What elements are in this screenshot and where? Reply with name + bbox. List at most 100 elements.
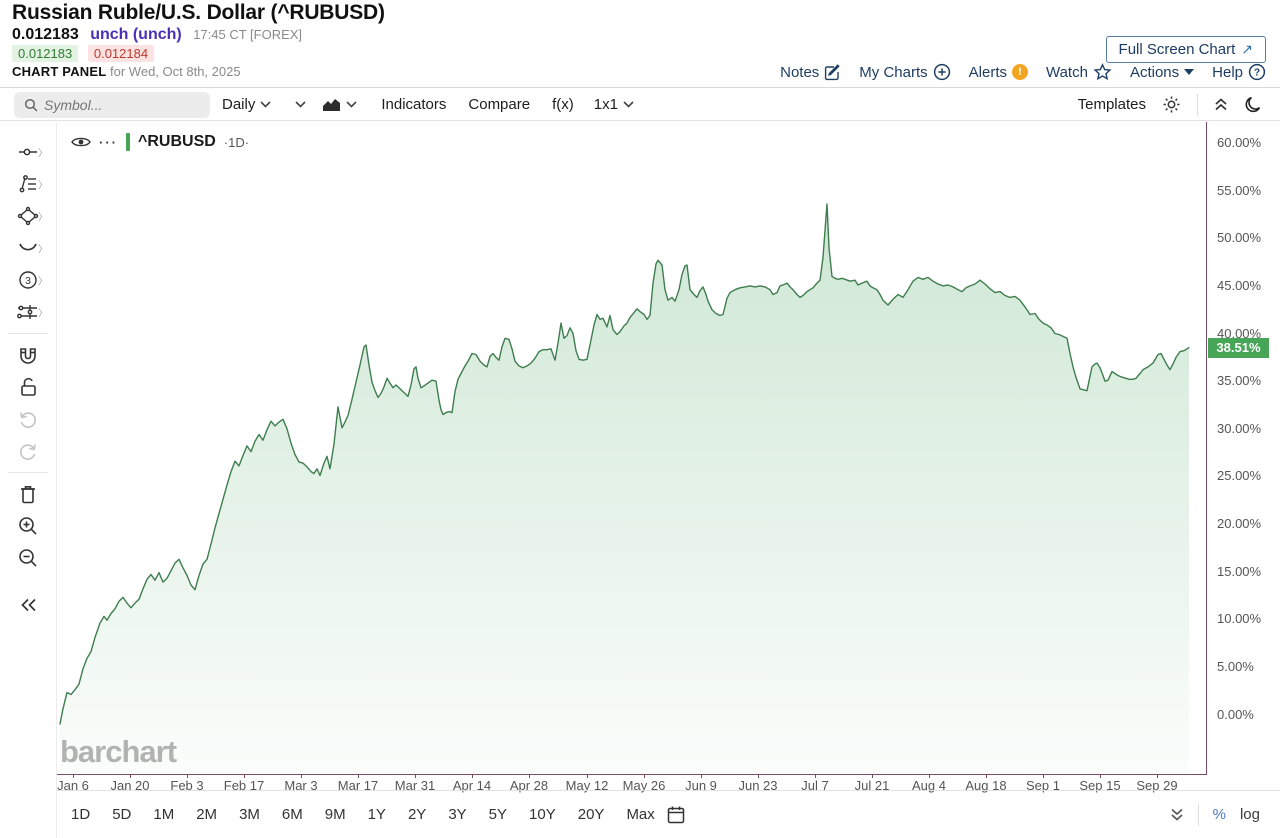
settings-button[interactable] xyxy=(1162,95,1181,114)
range-button-1m[interactable]: 1M xyxy=(147,802,180,827)
range-button-5y[interactable]: 5Y xyxy=(483,802,513,827)
grid-layout-dropdown[interactable]: 1x1 xyxy=(594,96,634,113)
header-link-label: Watch xyxy=(1046,64,1088,81)
measure-icon xyxy=(16,302,40,322)
custom-range-button[interactable] xyxy=(661,799,691,831)
header: Russian Ruble/U.S. Dollar (^RUBUSD) 0.01… xyxy=(0,0,1280,88)
fibonacci-tool[interactable]: 〉 xyxy=(6,168,50,200)
frequency-dropdown[interactable]: Daily xyxy=(222,96,271,113)
log-scale-toggle[interactable]: log xyxy=(1240,806,1260,823)
header-link-watch[interactable]: Watch xyxy=(1046,63,1112,81)
range-button-3m[interactable]: 3M xyxy=(233,802,266,827)
collapse-sidebar-button[interactable] xyxy=(0,598,57,612)
symbol-search-input[interactable] xyxy=(44,97,194,113)
y-axis-label: 20.00% xyxy=(1217,516,1261,532)
header-link-actions[interactable]: Actions xyxy=(1130,64,1194,81)
collapse-toolbar-button[interactable] xyxy=(1214,98,1228,111)
delete-drawings-button[interactable] xyxy=(6,478,50,510)
svg-text:?: ? xyxy=(1254,68,1260,79)
chart-plot-area[interactable]: ··· ^RUBUSD ·1D· barchart xyxy=(57,122,1207,775)
header-link-my-charts[interactable]: My Charts xyxy=(859,63,950,81)
chevron-right-icon: 〉 xyxy=(38,145,48,160)
series-interval: ·1D· xyxy=(224,135,249,150)
range-button-2m[interactable]: 2M xyxy=(190,802,223,827)
notes-icon xyxy=(824,64,841,81)
measure-tool[interactable]: 〉 xyxy=(6,296,50,328)
expand-range-bar-button[interactable] xyxy=(1170,808,1184,821)
range-button-10y[interactable]: 10Y xyxy=(523,802,562,827)
compare-button[interactable]: Compare xyxy=(468,96,530,113)
y-axis-label: 25.00% xyxy=(1217,468,1261,484)
chart-panel-app: Russian Ruble/U.S. Dollar (^RUBUSD) 0.01… xyxy=(0,0,1280,838)
bar-size-dropdown[interactable] xyxy=(295,101,306,108)
cycles-icon: 3 xyxy=(18,270,38,290)
dark-mode-toggle[interactable] xyxy=(1244,95,1264,115)
cycles-tool[interactable]: 3 〉 xyxy=(6,264,50,296)
unlock-icon xyxy=(18,376,38,398)
caret-down-icon xyxy=(1184,69,1194,75)
range-button-9m[interactable]: 9M xyxy=(319,802,352,827)
header-link-alerts[interactable]: Alerts! xyxy=(969,64,1028,81)
double-chevron-left-icon xyxy=(20,598,38,612)
double-chevron-down-icon xyxy=(1170,808,1184,821)
sidebar-divider xyxy=(8,472,48,473)
redo-button[interactable] xyxy=(6,435,50,467)
zoom-in-button[interactable] xyxy=(6,510,50,542)
sidebar-divider xyxy=(8,333,48,334)
y-axis-label: 50.00% xyxy=(1217,230,1261,246)
y-axis-label: 60.00% xyxy=(1217,135,1261,151)
header-link-help[interactable]: Help? xyxy=(1212,63,1266,81)
trend-line-icon xyxy=(18,142,38,162)
templates-button[interactable]: Templates xyxy=(1078,96,1146,113)
templates-label: Templates xyxy=(1078,96,1146,113)
y-axis-label: 45.00% xyxy=(1217,278,1261,294)
chevron-right-icon: 〉 xyxy=(38,305,48,320)
barchart-watermark: barchart xyxy=(60,734,176,770)
arc-icon xyxy=(17,239,39,257)
range-button-6m[interactable]: 6M xyxy=(276,802,309,827)
range-button-max[interactable]: Max xyxy=(620,802,660,827)
bid-ask-line: 0.012183 0.012184 xyxy=(12,46,154,61)
eye-icon[interactable] xyxy=(71,135,91,149)
header-link-label: Alerts xyxy=(969,64,1007,81)
zoom-out-button[interactable] xyxy=(6,542,50,574)
undo-button[interactable] xyxy=(6,403,50,435)
series-symbol: ^RUBUSD xyxy=(138,133,216,151)
range-button-1y[interactable]: 1Y xyxy=(362,802,392,827)
magnet-mode-button[interactable] xyxy=(6,339,50,371)
header-link-notes[interactable]: Notes xyxy=(780,64,841,81)
price-area-chart[interactable] xyxy=(57,122,1207,775)
arc-tool[interactable]: 〉 xyxy=(6,232,50,264)
chevron-right-icon: 〉 xyxy=(38,273,48,288)
toolbar-divider xyxy=(1197,94,1198,116)
ask-value: 0.012184 xyxy=(88,45,154,62)
fibonacci-icon xyxy=(18,174,38,194)
last-price: 0.012183 xyxy=(12,26,79,43)
range-button-5d[interactable]: 5D xyxy=(106,802,137,827)
chart-type-dropdown[interactable] xyxy=(322,98,357,112)
chart-panel-subtitle: CHART PANEL for Wed, Oct 8th, 2025 xyxy=(12,64,241,79)
symbol-search[interactable] xyxy=(14,92,210,118)
gear-icon xyxy=(1162,95,1181,114)
indicators-button[interactable]: Indicators xyxy=(381,96,446,113)
range-buttons: 1D 5D 1M 2M 3M 6M 9M 1Y 2Y 3Y 5Y 10Y 20Y Max xyxy=(65,802,661,827)
page-title: Russian Ruble/U.S. Dollar (^RUBUSD) xyxy=(12,1,385,25)
chevron-right-icon: 〉 xyxy=(38,241,48,256)
range-button-3y[interactable]: 3Y xyxy=(442,802,472,827)
range-button-1d[interactable]: 1D xyxy=(65,802,96,827)
fx-label: f(x) xyxy=(552,96,574,113)
shapes-tool[interactable]: 〉 xyxy=(6,200,50,232)
compare-label: Compare xyxy=(468,96,530,113)
range-button-2y[interactable]: 2Y xyxy=(402,802,432,827)
series-menu-dots[interactable]: ··· xyxy=(99,135,118,150)
full-screen-chart-button[interactable]: Full Screen Chart↗ xyxy=(1106,36,1266,63)
y-axis-label: 5.00% xyxy=(1217,659,1254,675)
expressions-button[interactable]: f(x) xyxy=(552,96,574,113)
range-button-20y[interactable]: 20Y xyxy=(572,802,611,827)
percent-scale-toggle[interactable]: % xyxy=(1213,806,1226,823)
area-chart-icon xyxy=(322,98,341,112)
range-toolbar: 1D 5D 1M 2M 3M 6M 9M 1Y 2Y 3Y 5Y 10Y 20Y Max % log xyxy=(57,790,1280,838)
trend-line-tool[interactable]: 〉 xyxy=(6,136,50,168)
alert-warning-icon: ! xyxy=(1012,64,1028,80)
lock-drawings-button[interactable] xyxy=(6,371,50,403)
